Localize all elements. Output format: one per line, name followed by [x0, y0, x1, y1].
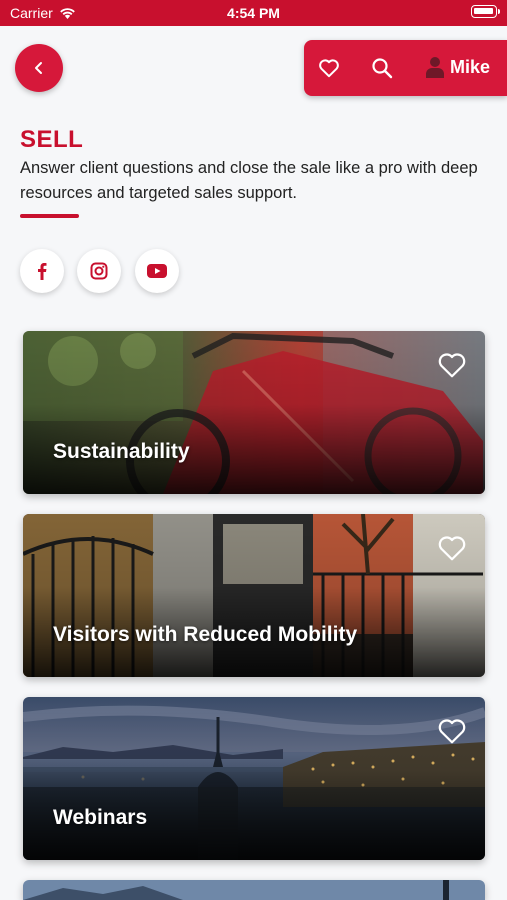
card-title: Webinars: [53, 806, 148, 829]
card-favorite-button[interactable]: [437, 717, 467, 745]
facebook-icon: [38, 263, 47, 280]
favorites-button[interactable]: [317, 56, 341, 80]
card-shade: [23, 697, 485, 860]
card-favorite-button[interactable]: [437, 534, 467, 562]
heart-icon: [438, 719, 466, 744]
header-action-bar: Mike: [304, 40, 507, 96]
user-name: Mike: [450, 56, 491, 77]
heart-icon: [438, 353, 466, 378]
user-menu-button[interactable]: Mike: [426, 56, 490, 78]
heart-icon: [438, 536, 466, 561]
heart-icon: [319, 59, 339, 78]
card-title: Visitors with Reduced Mobility: [53, 623, 358, 646]
search-button[interactable]: [370, 56, 394, 80]
status-right: [471, 5, 500, 18]
page-description: Answer client questions and close the sa…: [20, 159, 478, 202]
card-favorite-button[interactable]: [437, 351, 467, 379]
card-partial[interactable]: [23, 880, 485, 900]
card-image: [23, 880, 485, 900]
battery-icon: [471, 5, 500, 18]
back-button[interactable]: [15, 44, 63, 92]
search-icon: [372, 58, 393, 79]
title-underline: [20, 214, 79, 218]
youtube-icon: [147, 264, 167, 278]
user-icon: [426, 57, 444, 78]
youtube-button[interactable]: [135, 249, 179, 293]
instagram-button[interactable]: [77, 249, 121, 293]
card-shade: [23, 514, 485, 677]
facebook-button[interactable]: [20, 249, 64, 293]
card-reduced-mobility[interactable]: Visitors with Reduced Mobility: [23, 514, 485, 677]
card-sustainability[interactable]: Sustainability: [23, 331, 485, 494]
page-title: SELL: [20, 126, 84, 153]
card-shade: [23, 331, 485, 494]
instagram-icon: [90, 262, 108, 280]
status-bar: Carrier 4:54 PM: [0, 0, 507, 26]
card-title: Sustainability: [53, 440, 190, 463]
card-webinars[interactable]: Webinars: [23, 697, 485, 860]
status-time: 4:54 PM: [227, 5, 280, 21]
chevron-left-icon: [35, 62, 42, 74]
